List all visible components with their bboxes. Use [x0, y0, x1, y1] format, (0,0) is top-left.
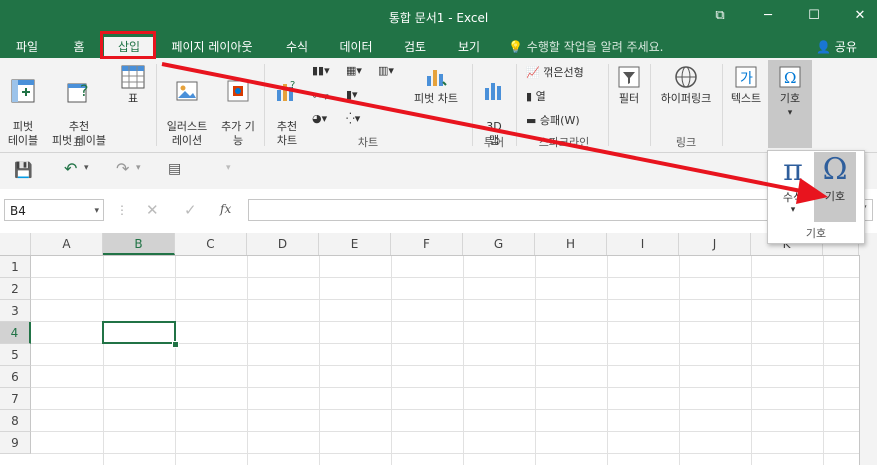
arrow-line: [161, 62, 807, 194]
annotation-arrow: [161, 62, 828, 204]
arrow-head: [796, 178, 828, 204]
